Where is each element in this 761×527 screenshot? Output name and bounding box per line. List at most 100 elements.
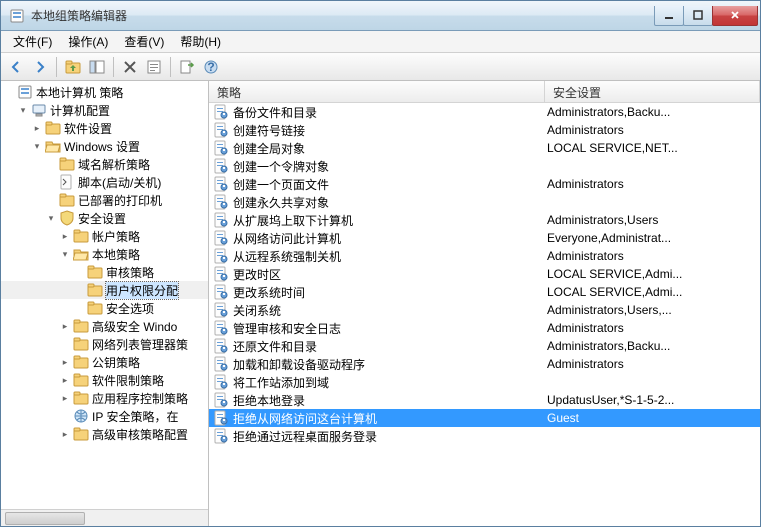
policy-setting: Administrators,Users,... [545, 303, 760, 317]
tree-public-key[interactable]: ▸公钥策略 [1, 353, 208, 371]
tree-windows-settings[interactable]: ▾ Windows 设置 [1, 137, 208, 155]
tree-audit-policy[interactable]: 审核策略 [1, 263, 208, 281]
tree-h-scrollbar[interactable] [1, 509, 208, 526]
chevron-right-icon[interactable]: ▸ [59, 356, 71, 368]
back-button[interactable] [5, 56, 27, 78]
menu-file[interactable]: 文件(F) [5, 31, 60, 52]
policy-row[interactable]: 拒绝从网络访问这台计算机 Guest [209, 409, 760, 427]
policy-list[interactable]: 备份文件和目录Administrators,Backu...创建符号链接 Admi… [209, 103, 760, 526]
tree-account-policies[interactable]: ▸帐户策略 [1, 227, 208, 245]
policy-icon [213, 176, 229, 192]
policy-name: 关闭系统 [233, 302, 281, 319]
up-button[interactable] [62, 56, 84, 78]
policy-row[interactable]: 创建符号链接 Administrators [209, 121, 760, 139]
delete-button[interactable] [119, 56, 141, 78]
tree-security-options[interactable]: 安全选项 [1, 299, 208, 317]
policy-row[interactable]: 拒绝通过远程桌面服务登录 [209, 427, 760, 445]
toolbar: ? [1, 53, 760, 81]
help-button[interactable]: ? [200, 56, 222, 78]
menu-help[interactable]: 帮助(H) [172, 31, 229, 52]
tree-scripts[interactable]: 脚本(启动/关机) [1, 173, 208, 191]
minimize-button[interactable] [654, 6, 684, 26]
tree-software-settings[interactable]: ▸ 软件设置 [1, 119, 208, 137]
policy-icon [213, 248, 229, 264]
policy-row[interactable]: 从网络访问此计算机Everyone,Administrat... [209, 229, 760, 247]
policy-icon [213, 374, 229, 390]
folder-open-icon [73, 246, 89, 262]
policy-row[interactable]: 从扩展坞上取下计算机Administrators,Users [209, 211, 760, 229]
tree-advanced-audit[interactable]: ▸高级审核策略配置 [1, 425, 208, 443]
tree-app-control[interactable]: ▸应用程序控制策略 [1, 389, 208, 407]
tree-user-rights[interactable]: 用户权限分配 [1, 281, 208, 299]
policy-icon [213, 122, 229, 138]
policy-row[interactable]: 创建全局对象LOCAL SERVICE,NET... [209, 139, 760, 157]
policy-row[interactable]: 还原文件和目录Administrators,Backu... [209, 337, 760, 355]
tree-ip-security[interactable]: IP 安全策略，在 [1, 407, 208, 425]
tree-network-list[interactable]: 网络列表管理器策 [1, 335, 208, 353]
maximize-button[interactable] [683, 6, 713, 26]
chevron-right-icon[interactable]: ▸ [59, 230, 71, 242]
show-hide-tree-button[interactable] [86, 56, 108, 78]
col-security-setting[interactable]: 安全设置 [545, 81, 760, 102]
chevron-down-icon[interactable]: ▾ [31, 140, 43, 152]
policy-row[interactable]: 管理审核和安全日志Administrators [209, 319, 760, 337]
policy-icon [213, 212, 229, 228]
properties-button[interactable] [143, 56, 165, 78]
close-button[interactable] [712, 6, 758, 26]
policy-setting: Administrators [545, 321, 760, 335]
column-headers[interactable]: 策略 安全设置 [209, 81, 760, 103]
folder-icon [45, 120, 61, 136]
tree-software-restriction[interactable]: ▸软件限制策略 [1, 371, 208, 389]
chevron-down-icon[interactable]: ▾ [45, 212, 57, 224]
menu-action[interactable]: 操作(A) [60, 31, 116, 52]
policy-row[interactable]: 更改时区 LOCAL SERVICE,Admi... [209, 265, 760, 283]
policy-setting: Administrators,Backu... [545, 105, 760, 119]
tree-local-policies[interactable]: ▾本地策略 [1, 245, 208, 263]
tree-security-settings[interactable]: ▾安全设置 [1, 209, 208, 227]
policy-name: 还原文件和目录 [233, 338, 317, 355]
policy-row[interactable]: 关闭系统 Administrators,Users,... [209, 301, 760, 319]
folder-icon [73, 336, 89, 352]
col-policy[interactable]: 策略 [209, 81, 545, 102]
policy-row[interactable]: 拒绝本地登录UpdatusUser,*S-1-5-2... [209, 391, 760, 409]
policy-name: 拒绝从网络访问这台计算机 [233, 410, 377, 427]
policy-row[interactable]: 创建一个令牌对象 [209, 157, 760, 175]
menu-view[interactable]: 查看(V) [116, 31, 172, 52]
tree-windows-firewall[interactable]: ▸高级安全 Windo [1, 317, 208, 335]
chevron-down-icon[interactable]: ▾ [59, 248, 71, 260]
policy-row[interactable]: 创建永久共享对象 [209, 193, 760, 211]
policy-icon [213, 410, 229, 426]
policy-icon [213, 302, 229, 318]
policy-row[interactable]: 加载和卸载设备驱动程序Administrators [209, 355, 760, 373]
policy-setting: Administrators [545, 123, 760, 137]
folder-icon [73, 354, 89, 370]
chevron-down-icon[interactable]: ▾ [17, 104, 29, 116]
policy-setting: LOCAL SERVICE,Admi... [545, 267, 760, 281]
chevron-right-icon[interactable]: ▸ [31, 122, 43, 134]
policy-row[interactable]: 备份文件和目录Administrators,Backu... [209, 103, 760, 121]
policy-setting: LOCAL SERVICE,NET... [545, 141, 760, 155]
chevron-right-icon[interactable]: ▸ [59, 320, 71, 332]
folder-icon [87, 300, 103, 316]
policy-name: 创建符号链接 [233, 122, 305, 139]
forward-button[interactable] [29, 56, 51, 78]
export-button[interactable] [176, 56, 198, 78]
policy-name: 更改时区 [233, 266, 281, 283]
tree-root[interactable]: 本地计算机 策略 [1, 83, 208, 101]
chevron-right-icon[interactable]: ▸ [59, 428, 71, 440]
policy-icon [213, 428, 229, 444]
policy-row[interactable]: 创建一个页面文件Administrators [209, 175, 760, 193]
policy-tree[interactable]: 本地计算机 策略 ▾ 计算机配置 [1, 81, 208, 509]
policy-row[interactable]: 从远程系统强制关机Administrators [209, 247, 760, 265]
policy-setting: Guest [545, 411, 760, 425]
detail-pane: 策略 安全设置 备份文件和目录Administrators,Backu...创建… [209, 81, 760, 526]
computer-icon [31, 102, 47, 118]
tree-deployed-printers[interactable]: 已部署的打印机 [1, 191, 208, 209]
policy-name: 从远程系统强制关机 [233, 248, 341, 265]
policy-row[interactable]: 将工作站添加到域 [209, 373, 760, 391]
chevron-right-icon[interactable]: ▸ [59, 392, 71, 404]
policy-row[interactable]: 更改系统时间LOCAL SERVICE,Admi... [209, 283, 760, 301]
tree-name-resolution[interactable]: 域名解析策略 [1, 155, 208, 173]
chevron-right-icon[interactable]: ▸ [59, 374, 71, 386]
tree-computer-config[interactable]: ▾ 计算机配置 [1, 101, 208, 119]
